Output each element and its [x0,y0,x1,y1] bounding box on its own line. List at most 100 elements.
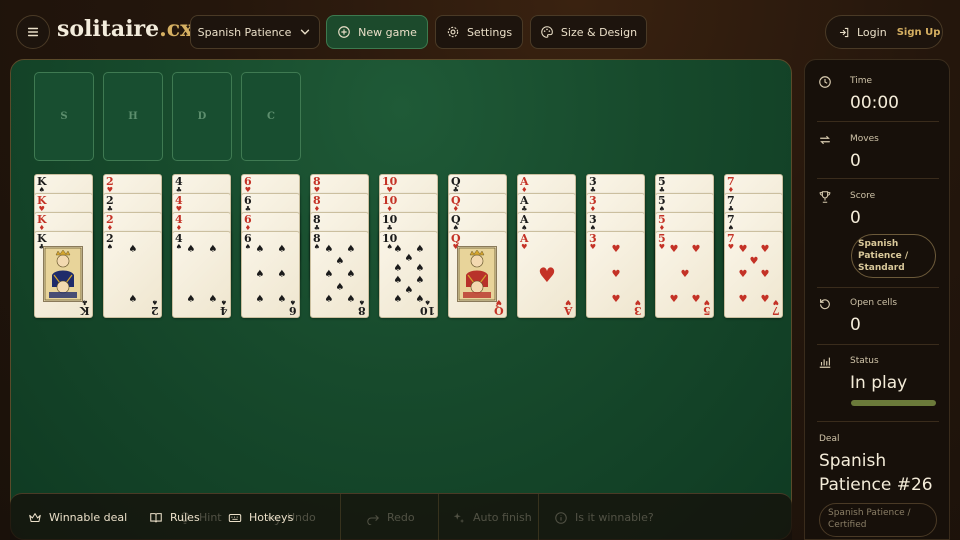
logo[interactable]: solitaire.cx [57,16,193,42]
is-winnable-button[interactable]: Is it winnable? [554,494,654,540]
suit-pip: ♠ [415,275,425,286]
divider [817,344,939,345]
card-pips: ♠ ♠ ♠ ♠ ♠ ♠ [254,242,288,308]
settings-label: Settings [466,25,513,39]
card-corner: A ♠ [520,214,529,232]
foundation-slot[interactable]: D [172,72,232,161]
card-corner-bottom: 7 ♥ [772,298,780,317]
winnable-deal-button[interactable]: Winnable deal [28,494,127,540]
suit-pip: ♠ [393,275,403,286]
separator [340,494,341,540]
playing-card[interactable]: K ♣ K ♣ [34,231,93,318]
suit-pip: ♠ [277,244,287,255]
card-corner: 3 ♠ [589,214,597,232]
sparkle-icon [453,512,465,523]
card-pips: ♥ ♥ ♥ ♥ ♥ [668,242,702,308]
card-corner: 3 ♥ [589,233,597,251]
size-design-button[interactable]: Size & Design [530,15,647,49]
card-corner: 7 ♦ [727,176,735,194]
suit-pip: ♠ [186,294,196,305]
rules-button[interactable]: Rules [149,494,200,540]
playing-card[interactable]: 3 ♥ 3 ♥ ♥ ♥ ♥ [586,231,645,318]
playing-card[interactable]: 10 ♠ 10 ♠ ♠ ♠ ♠ ♠ ♠ ♠ ♠ ♠ ♠ ♠ [379,231,438,318]
score-value: 0 [850,208,861,228]
card-pips: ♥ ♥ ♥ ♥ ♥ ♥ ♥ [737,242,771,308]
playing-card[interactable]: 2 ♠ 2 ♠ ♠ ♠ [103,231,162,318]
card-corner-bottom: 5 ♥ [703,298,711,317]
card-pips: ♥ ♥ ♥ [599,242,633,308]
deal-mode-badge: Spanish Patience / Certified [819,503,937,537]
foundation-label: D [197,111,207,122]
card-corner: 3 ♣ [589,176,597,194]
hotkeys-button[interactable]: Hotkeys [228,494,293,540]
variant-dropdown[interactable]: Spanish Patience [190,15,320,49]
foundation-slot[interactable]: H [103,72,163,161]
separator [538,494,539,540]
card-suit: ♠ [313,243,320,251]
playing-card[interactable]: 6 ♠ 6 ♠ ♠ ♠ ♠ ♠ ♠ ♠ [241,231,300,318]
card-corner-bottom: 6 ♠ [289,298,297,317]
bar-chart-icon [819,357,831,368]
keyboard-icon [228,513,242,522]
card-corner-bottom: 3 ♥ [634,298,642,317]
chevron-down-icon [301,29,310,35]
card-rank: K [80,304,90,317]
card-rank: 4 [220,304,228,317]
auto-finish-button[interactable]: Auto finish [452,494,532,540]
login-button[interactable]: Login [826,26,887,39]
playing-card[interactable]: 8 ♠ 8 ♠ ♠ ♠ ♠ ♠ ♠ ♠ ♠ ♠ [310,231,369,318]
top-bar: solitaire.cx Spanish Patience New game S… [0,0,960,62]
card-corner: 5 ♠ [658,195,666,213]
card-suit: ♥ [727,243,734,251]
card-suit: ♥ [658,243,665,251]
card-pips: ♠ ♠ [116,242,150,308]
deal-name: Spanish Patience #26 [819,451,933,495]
open-cells-value: 0 [850,315,861,335]
card-corner: 8 ♦ [313,195,321,213]
card-suit: ♥ [496,298,503,306]
auth-group: Login Sign Up [825,15,943,49]
card-corner: 2 ♣ [106,195,114,213]
menu-button[interactable] [16,15,50,49]
card-corner: 10 ♥ [382,176,397,194]
suit-pip: ♥ [669,244,679,255]
playing-card[interactable]: 5 ♥ 5 ♥ ♥ ♥ ♥ ♥ ♥ [655,231,714,318]
suit-pip: ♥ [760,294,770,305]
suit-pip: ♥ [691,294,701,305]
card-corner: 2 ♦ [106,214,114,232]
score-mode-badge[interactable]: Spanish Patience / Standard [851,234,936,278]
card-suit: ♥ [635,298,642,306]
card-rank: A [564,304,573,317]
playing-card[interactable]: A ♥ A ♥ ♥ [517,231,576,318]
card-corner: K ♦ [37,214,47,232]
foundation-slot[interactable]: C [241,72,301,161]
suit-pip: ♠ [393,294,403,305]
suit-pip: ♥ [538,263,556,287]
foundation-slot[interactable]: S [34,72,94,161]
card-corner: Q ♠ [451,214,461,232]
foundation-label: S [60,111,68,122]
card-rank: 8 [358,304,366,317]
card-rank: 7 [772,304,780,317]
playing-card[interactable]: 7 ♥ 7 ♥ ♥ ♥ ♥ ♥ ♥ ♥ ♥ [724,231,783,318]
new-game-button[interactable]: New game [326,15,428,49]
card-corner: 4 ♣ [175,176,183,194]
card-suit: ♣ [82,298,89,306]
playing-card[interactable]: Q ♥ Q ♥ [448,231,507,318]
redo-button[interactable]: Redo [366,494,415,540]
suit-pip: ♠ [393,263,403,274]
suit-pip: ♠ [128,294,138,305]
playing-card[interactable]: 4 ♠ 4 ♠ ♠ ♠ ♠ ♠ [172,231,231,318]
suit-pip: ♠ [415,263,425,274]
suit-pip: ♠ [208,244,218,255]
suit-pip: ♠ [255,244,265,255]
status-value: In play [850,373,908,393]
card-corner: K ♠ [37,176,47,194]
settings-button[interactable]: Settings [435,15,523,49]
bottom-action-bar: Hint Undo Redo Auto finish Is it winnabl… [10,493,792,540]
card-pips: ♥ [530,242,564,308]
size-design-label: Size & Design [560,25,638,39]
suit-pip: ♥ [738,244,748,255]
card-corner: Q ♦ [451,195,461,213]
signup-button[interactable]: Sign Up [897,27,941,38]
